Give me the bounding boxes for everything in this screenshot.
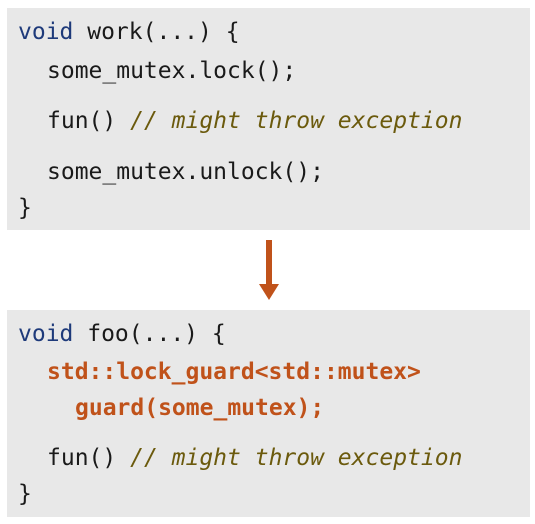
code-line-lock-guard-var: guard(some_mutex); <box>75 395 325 421</box>
code-block-before: void work(...) { some_mutex.lock(); fun(… <box>7 8 530 230</box>
code-line-signature: void work(...) { <box>18 18 240 46</box>
code-line-signature: void foo(...) { <box>18 320 226 348</box>
code-line-lock-guard-type: std::lock_guard<std::mutex> <box>47 359 421 385</box>
keyword-void: void <box>18 19 74 45</box>
code-line-call: fun() // might throw exception <box>47 107 462 135</box>
code-comment: // might throw exception <box>130 108 463 134</box>
function-call: fun() <box>47 445 131 471</box>
code-line-closing-brace: } <box>18 195 32 221</box>
code-comment: // might throw exception <box>130 445 463 471</box>
function-signature: work(...) { <box>73 19 240 45</box>
function-call: fun() <box>47 108 131 134</box>
keyword-void: void <box>18 321 74 347</box>
code-block-after: void foo(...) { std::lock_guard<std::mut… <box>7 310 530 517</box>
code-line-unlock: some_mutex.unlock(); <box>47 159 324 185</box>
code-line-call: fun() // might throw exception <box>47 444 462 472</box>
code-line-lock: some_mutex.lock(); <box>47 58 297 84</box>
function-signature: foo(...) { <box>73 321 226 347</box>
down-arrow-icon <box>259 240 279 300</box>
code-line-closing-brace: } <box>18 481 32 507</box>
